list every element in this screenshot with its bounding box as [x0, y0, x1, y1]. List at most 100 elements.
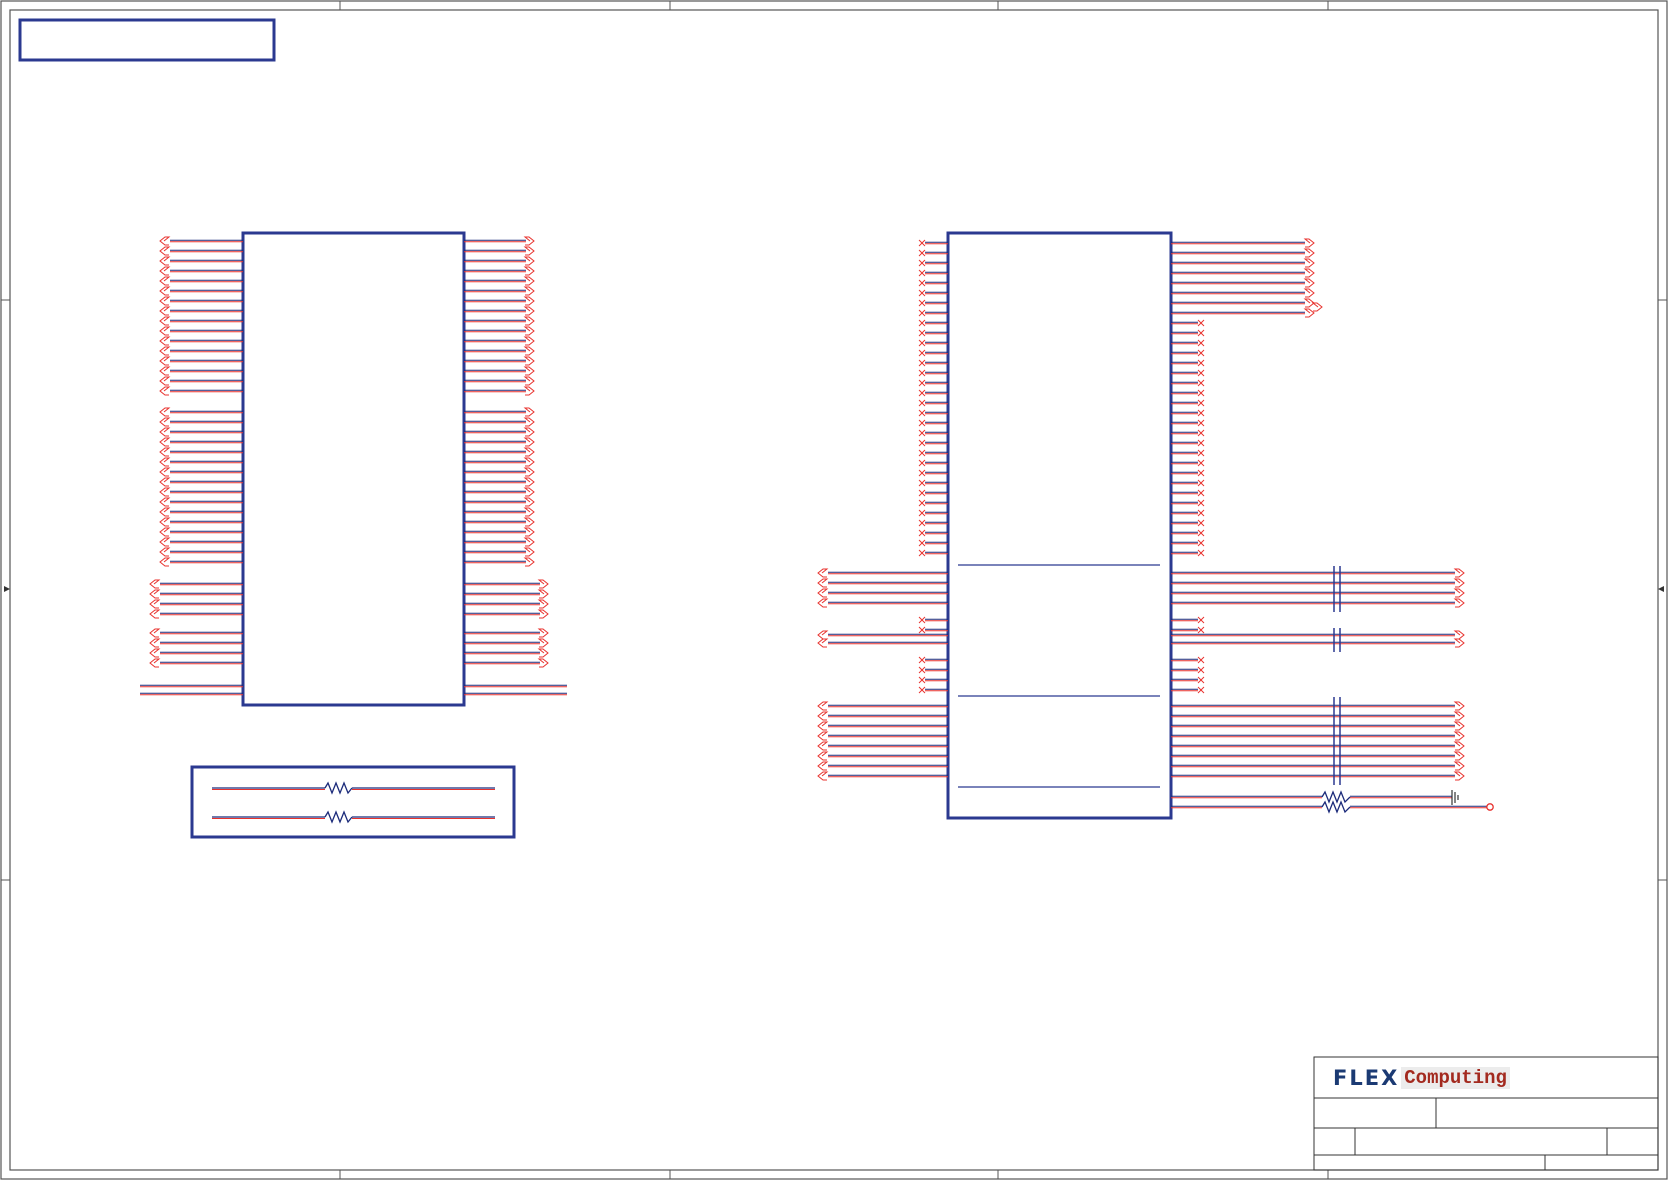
off-page-connector-icon [1453, 711, 1465, 721]
off-page-connector-icon [817, 568, 829, 578]
off-page-connector-icon [159, 256, 171, 266]
off-page-connector-icon [537, 648, 549, 658]
schematic-sheet [0, 0, 1668, 1180]
off-page-connector-icon [523, 356, 535, 366]
connector-right-pins [817, 238, 1487, 809]
off-page-connector-icon [149, 609, 161, 619]
off-page-connector-icon [159, 366, 171, 376]
off-page-connector-icon [523, 437, 535, 447]
connector-symbol-right [946, 231, 1173, 820]
off-page-connector-icon [159, 296, 171, 306]
off-page-connector-icon [1303, 268, 1315, 278]
off-page-connector-icon [817, 578, 829, 588]
resistor-group-box [190, 765, 516, 839]
off-page-connector-icon [817, 761, 829, 771]
off-page-connector-icon [159, 407, 171, 417]
off-page-connector-icon [1453, 588, 1465, 598]
resistor-row-2 [212, 810, 495, 824]
off-page-connector-icon [1453, 721, 1465, 731]
off-page-connector-icon [523, 447, 535, 457]
off-page-connector-icon [523, 326, 535, 336]
off-page-connector-icon [159, 467, 171, 477]
off-page-connector-icon [1453, 751, 1465, 761]
off-page-connector-icon [817, 638, 829, 648]
off-page-connector-icon [523, 487, 535, 497]
section-dividers [958, 564, 1160, 788]
off-page-connector-icon [817, 771, 829, 781]
off-page-connector-icon [159, 477, 171, 487]
center-arrow-left [4, 586, 10, 592]
off-page-connector-icon [537, 599, 549, 609]
off-page-connector-icon [523, 366, 535, 376]
off-page-connector-icon [523, 236, 535, 246]
off-page-connector-icon [817, 701, 829, 711]
connector-left-pins [140, 236, 567, 696]
off-page-connector-icon [159, 286, 171, 296]
off-page-connector-icon [523, 557, 535, 567]
off-page-connector-icon [1453, 638, 1465, 648]
resistor-icon [1321, 800, 1351, 814]
off-page-connector-icon [1453, 761, 1465, 771]
off-page-connector-icon [523, 547, 535, 557]
company-logo: FLEX Computing [1333, 1063, 1510, 1093]
off-page-connector-icon [159, 427, 171, 437]
off-page-connector-icon [817, 588, 829, 598]
off-page-connector-icon [159, 376, 171, 386]
off-page-connector-icon [159, 537, 171, 547]
off-page-connector-icon [149, 599, 161, 609]
off-page-connector-icon [159, 236, 171, 246]
off-page-connector-icon [817, 711, 829, 721]
off-page-connector-icon [537, 579, 549, 589]
off-page-connector-icon [523, 336, 535, 346]
off-page-connector-icon [523, 507, 535, 517]
off-page-connector-icon [817, 751, 829, 761]
off-page-connector-icon [523, 276, 535, 286]
logo-flex-text: FLEX [1333, 1066, 1400, 1090]
off-page-connector-icon [523, 457, 535, 467]
off-page-connector-icon [159, 487, 171, 497]
off-page-connector-icon [159, 497, 171, 507]
off-page-connector-icon [1303, 238, 1315, 248]
off-page-connector-icon [523, 346, 535, 356]
off-page-connector-icon [1311, 302, 1323, 312]
off-page-connector-icon [523, 477, 535, 487]
off-page-connector-icon [159, 417, 171, 427]
off-page-connector-icon [1303, 258, 1315, 268]
page-title-box [18, 18, 276, 62]
off-page-connector-icon [1303, 248, 1315, 258]
off-page-connector-icon [537, 658, 549, 668]
capacitor-bank [1333, 566, 1341, 785]
bottom-resistor-2 [1321, 800, 1351, 814]
off-page-connector-icon [537, 589, 549, 599]
test-point-icon [1486, 803, 1494, 811]
resistor-row-1 [212, 781, 495, 795]
off-page-connector-icon [159, 547, 171, 557]
off-page-connector-icon [1453, 701, 1465, 711]
off-page-connector-icon [159, 356, 171, 366]
off-page-connector-icon [159, 386, 171, 396]
off-page-connector-icon [1453, 578, 1465, 588]
off-page-connector-icon [523, 517, 535, 527]
off-page-connector-icon [159, 266, 171, 276]
off-page-connector-icon [817, 741, 829, 751]
off-page-connector-icon [1453, 741, 1465, 751]
off-page-connector-icon [149, 638, 161, 648]
off-page-connector-icon [523, 246, 535, 256]
resistor-icon [324, 781, 353, 795]
resistor-icon [1321, 790, 1351, 804]
off-page-connector-icon [523, 537, 535, 547]
off-page-connector-icon [159, 457, 171, 467]
off-page-connector-icon [817, 731, 829, 741]
off-page-connector-icon [523, 427, 535, 437]
off-page-connector-icon [1303, 308, 1315, 318]
resistor-icon [324, 810, 353, 824]
logo-computing-text: Computing [1401, 1067, 1510, 1089]
off-page-connector-icon [159, 246, 171, 256]
off-page-connector-icon [159, 437, 171, 447]
off-page-connector-icon [523, 376, 535, 386]
off-page-connector-icon [159, 527, 171, 537]
center-arrow-right [1658, 586, 1664, 592]
off-page-connector-icon [159, 507, 171, 517]
off-page-connector-icon [523, 266, 535, 276]
off-page-connector-icon [149, 589, 161, 599]
